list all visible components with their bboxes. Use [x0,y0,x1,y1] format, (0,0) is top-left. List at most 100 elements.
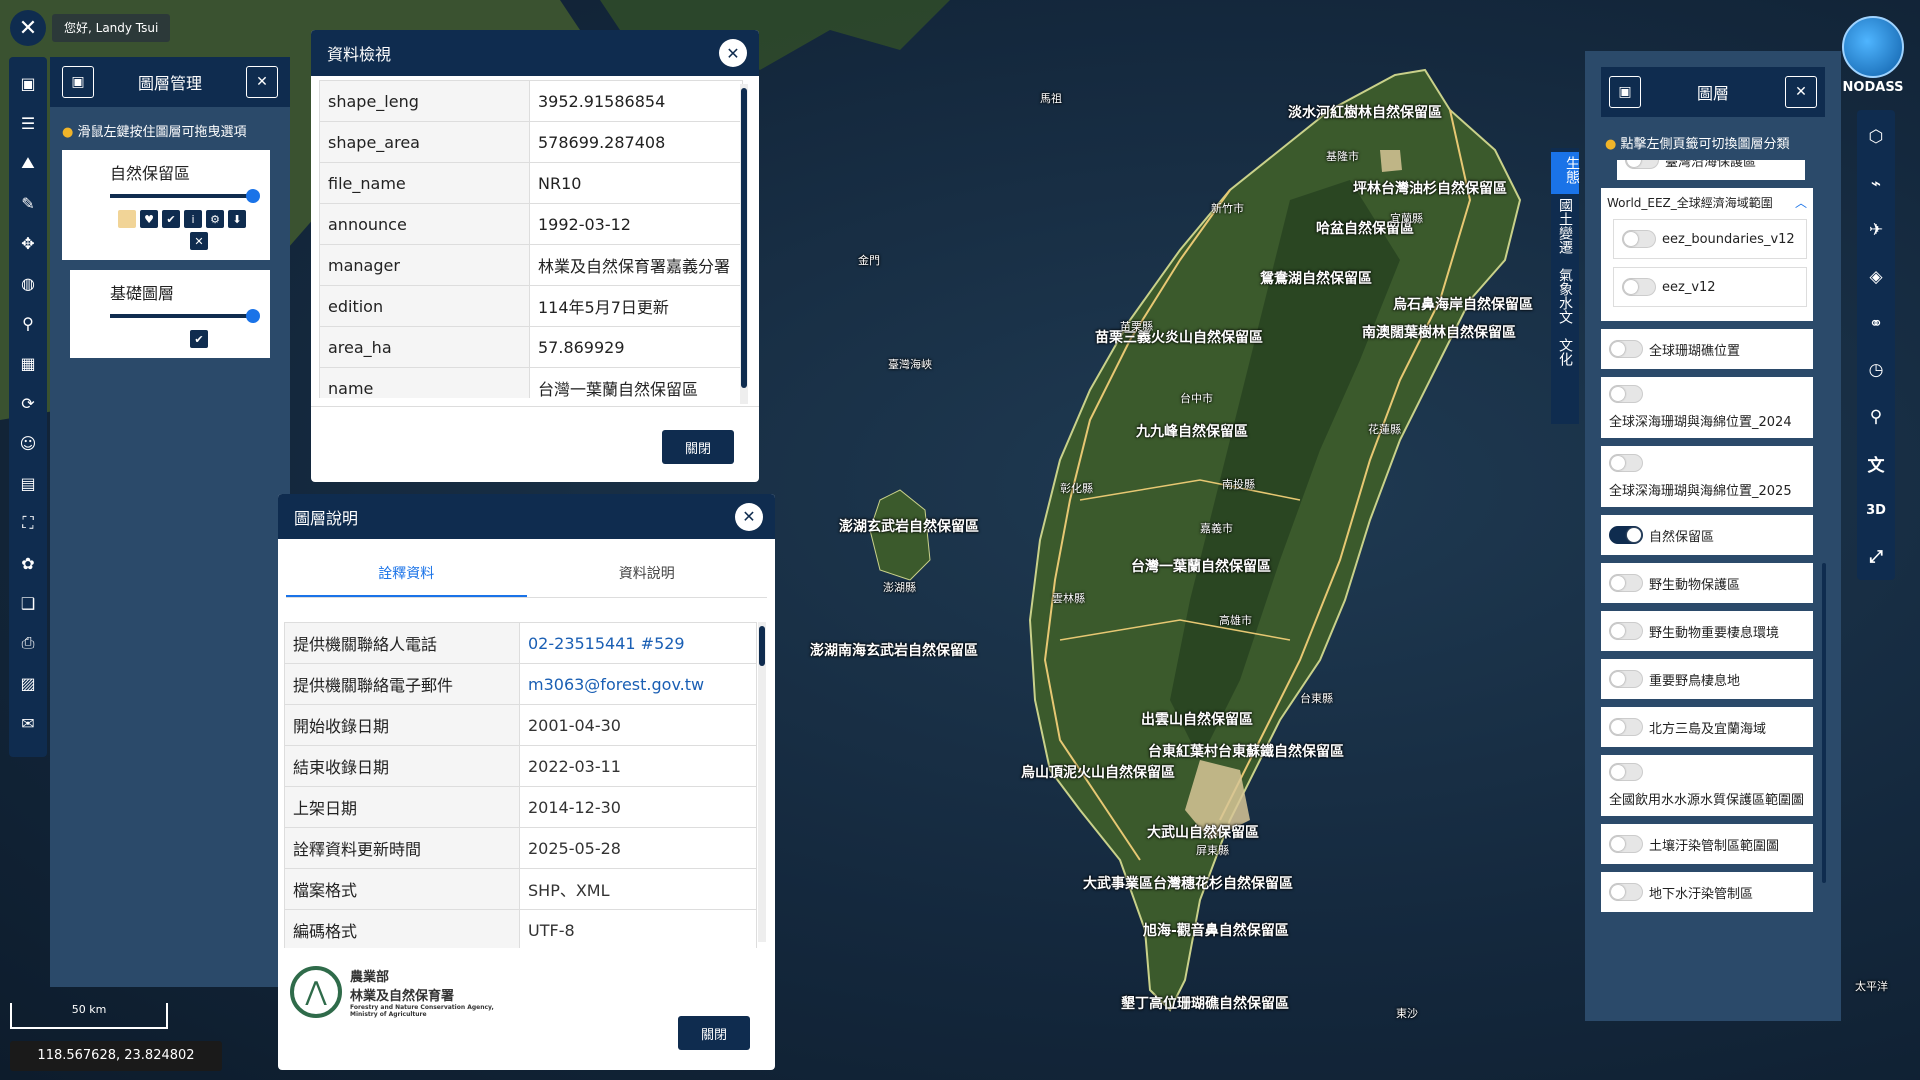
toggle[interactable] [1609,454,1643,472]
table-icon[interactable]: ▤ [13,468,43,498]
layer-item[interactable]: eez_v12 [1613,267,1807,307]
slider-knob[interactable] [246,189,260,203]
remove-layer-icon[interactable]: ✕ [190,232,208,250]
scrollbar[interactable] [740,84,748,404]
layers-stack-icon[interactable]: ⛰ [13,148,43,178]
close-icon[interactable]: ✕ [735,502,763,531]
layer-item[interactable]: 土壤汙染管制區範圍圖 [1601,824,1813,864]
map-icon[interactable]: ▣ [13,68,43,98]
close-icon[interactable]: ✕ [719,39,747,67]
grid-icon[interactable]: ▦ [13,348,43,378]
layer-item[interactable]: 全球珊瑚礁位置 [1601,329,1813,369]
compass-icon[interactable]: ✥ [13,228,43,258]
puzzle-icon[interactable]: ✿ [13,548,43,578]
metadata-table: 提供機關聯絡人電話 02-23515441 #529 提供機關聯絡電子郵件 m3063… [284,622,757,948]
globe-icon[interactable]: ◍ [13,268,43,298]
close-button[interactable]: 關閉 [678,1016,750,1050]
list-icon[interactable]: ☰ [13,108,43,138]
tab-ecology[interactable]: 生態 [1551,152,1580,194]
legend-icon[interactable] [118,210,136,228]
cube-icon[interactable]: ⬡ [1861,118,1891,157]
order-arrows[interactable] [62,150,70,260]
scrollbar[interactable] [758,622,766,942]
user-icon[interactable]: ☺ [13,428,43,458]
tab-land-change[interactable]: 國土變遷 [1557,194,1573,264]
toggle[interactable] [1609,670,1643,688]
clock-icon[interactable]: ◷ [1861,351,1891,390]
chevron-up-icon[interactable]: ︿ [1795,194,1807,211]
download-icon[interactable]: ⬇ [228,210,246,228]
tab-metadata[interactable]: 詮釋資料 [286,551,527,597]
chat-icon[interactable]: ✉ [13,708,43,738]
close-icon[interactable]: ✕ [245,66,278,98]
check-icon[interactable]: ✔ [162,210,180,228]
info-icon[interactable]: i [184,210,202,228]
logo-text: NODASS [1842,80,1904,95]
favorite-icon[interactable]: ♥ [140,210,158,228]
layer-item[interactable]: 野生動物保護區 [1601,563,1813,603]
layer-card-base[interactable]: 基礎圖層 ✔ [70,270,270,358]
close-icon[interactable]: ✕ [10,10,46,46]
book-icon[interactable]: ❑ [13,588,43,618]
toggle[interactable] [1609,385,1643,403]
tab-weather[interactable]: 氣象水文 [1557,264,1573,334]
layer-item[interactable]: 全球深海珊瑚與海綿位置_2025 [1601,446,1813,507]
check-icon[interactable]: ✔ [190,330,208,348]
3d-icon[interactable]: 3D [1861,491,1891,530]
settings-icon[interactable]: ⚙ [206,210,224,228]
tab-culture[interactable]: 文化 [1557,334,1573,376]
data-row: edition 114年5月7日更新 [319,285,743,327]
pin-panel-icon[interactable]: ▣ [62,66,94,98]
layer-item[interactable]: eez_boundaries_v12 [1613,219,1807,259]
toggle[interactable] [1609,622,1643,640]
layer-card-reserve[interactable]: 自然保留區 ♥ ✔ i ⚙ ⬇ ✕ [70,150,270,260]
layers-icon[interactable]: ◈ [1861,258,1891,297]
toggle[interactable] [1609,835,1643,853]
layer-tools: ♥ ✔ i ⚙ ⬇ [118,210,258,228]
toggle[interactable] [1609,718,1643,736]
pin-panel-icon[interactable]: ▣ [1609,76,1641,108]
close-icon[interactable]: ✕ [1784,76,1817,108]
toggle[interactable] [1609,883,1643,901]
translate-icon[interactable]: 文 [1861,444,1891,483]
layer-item[interactable]: 自然保留區 [1601,515,1813,555]
scrollbar[interactable] [1822,563,1826,883]
layer-item[interactable]: 野生動物重要棲息環境 [1601,611,1813,651]
toggle[interactable] [1609,763,1643,781]
toggle[interactable] [1622,230,1656,248]
toggle[interactable] [1609,340,1643,358]
map-label: 台東縣 [1300,692,1333,705]
select-icon[interactable]: ⛶ [13,508,43,538]
close-button[interactable]: 關閉 [662,430,734,464]
layer-item-partial[interactable]: 臺灣沿海保護區 [1617,160,1805,180]
satellite-icon[interactable]: ⌁ [1861,165,1891,204]
fullscreen-icon[interactable]: ⤢ [1861,537,1891,576]
layer-item[interactable]: 全國飲用水水源水質保護區範圍圖 [1601,755,1813,816]
slider-knob[interactable] [246,309,260,323]
refresh-icon[interactable]: ⟳ [13,388,43,418]
tab-data-description[interactable]: 資料說明 [527,551,768,597]
layer-item[interactable]: 全球深海珊瑚與海綿位置_2024 [1601,377,1813,438]
toggle[interactable] [1609,526,1643,544]
scrollbar-thumb[interactable] [741,88,747,388]
layer-item[interactable]: 重要野鳥棲息地 [1601,659,1813,699]
toggle[interactable] [1625,160,1659,169]
pin-icon[interactable]: ⚲ [13,308,43,338]
scrollbar-thumb[interactable] [1822,563,1826,883]
layer-item[interactable]: 地下水汙染管制區 [1601,872,1813,912]
brush-icon[interactable]: ✎ [13,188,43,218]
search-icon[interactable]: ⚲ [1861,398,1891,437]
share-icon[interactable]: ⚭ [1861,304,1891,343]
opacity-slider[interactable] [110,189,260,203]
toggle[interactable] [1622,278,1656,296]
drone-icon[interactable]: ✈ [1861,211,1891,250]
print-icon[interactable]: ⎙ [13,628,43,658]
image-icon[interactable]: ▨ [13,668,43,698]
meta-value[interactable]: 02-23515441 #529 [519,622,757,664]
layer-description-header: 圖層說明 ✕ [278,494,775,539]
layer-item[interactable]: 北方三島及宜蘭海域 [1601,707,1813,747]
toggle[interactable] [1609,574,1643,592]
scrollbar-thumb[interactable] [759,626,765,666]
opacity-slider[interactable] [110,309,260,323]
meta-value[interactable]: m3063@forest.gov.tw [519,663,757,705]
